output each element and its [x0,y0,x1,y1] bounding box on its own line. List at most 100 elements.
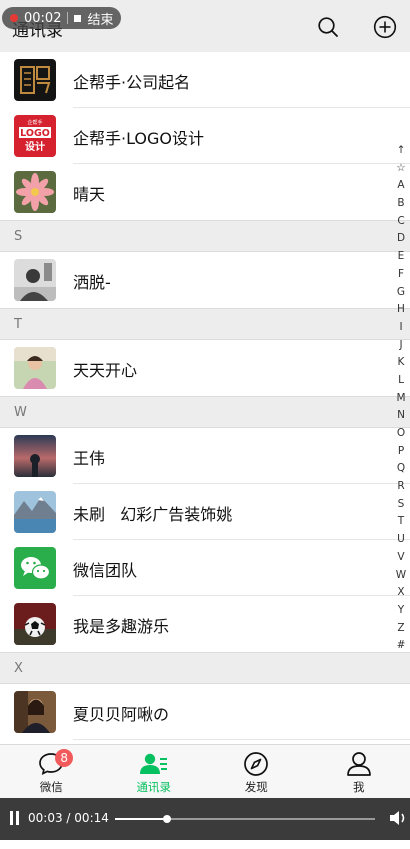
logo-line2: 设计 [25,140,45,153]
index-letter[interactable]: C [397,213,404,231]
section-header-s: S [0,220,410,252]
contact-row[interactable]: 企帮手·公司起名 [0,52,410,108]
contact-row[interactable]: 未刷 幻彩广告装饰姚 [0,484,410,540]
index-letter[interactable]: U [397,531,405,549]
index-letter[interactable]: Q [397,460,405,478]
time-separator: / [66,811,71,825]
person-icon [345,751,373,777]
index-letter[interactable]: B [397,195,404,213]
seek-progress [115,818,167,820]
contact-row[interactable]: 微信团队 [0,540,410,596]
seek-thumb[interactable] [163,815,171,823]
tab-discover[interactable]: 发现 [205,745,308,798]
plus-circle-icon [373,15,397,39]
avatar [14,259,56,301]
index-letter[interactable]: F [398,266,404,284]
contact-name: 我是多趣游乐 [73,617,170,636]
contact-name: 洒脱- [73,273,111,292]
recording-divider [67,12,69,24]
section-header-t: T [0,308,410,340]
index-letter[interactable]: O [397,425,405,443]
contact-name: 企帮手·公司起名 [73,73,191,92]
contact-name: 天天开心 [73,361,138,380]
avatar [14,603,56,645]
index-letter[interactable]: S [398,496,405,514]
index-letter[interactable]: T [398,513,404,531]
chat-bubble-icon: 8 [37,749,74,777]
contacts-icon [139,751,168,777]
contact-row[interactable]: 夏贝贝阿啾の [0,684,410,740]
stop-recording-label: 结束 [87,12,114,28]
logo-small-text: 企帮手 [27,119,42,126]
avatar: 企帮手 LOGO 设计 [14,115,56,157]
index-letter[interactable]: N [397,407,405,425]
index-letter[interactable]: # [397,637,406,655]
avatar [14,547,56,589]
avatar [14,491,56,533]
avatar [14,171,56,213]
index-letter[interactable]: K [398,354,405,372]
contact-row[interactable]: 晴天 [0,164,410,220]
speaker-icon [390,811,405,825]
section-header-w: W [0,396,410,428]
index-letter[interactable]: D [397,230,405,248]
contact-list[interactable]: 企帮手·公司起名 企帮手 LOGO 设计 企帮手·LOGO设计 晴天 S 洒脱-… [0,52,410,744]
playback-time: 00:03 / 00:14 [28,811,109,825]
index-letter[interactable]: V [397,549,404,567]
logo-line1: LOGO [20,128,50,139]
index-letter[interactable]: R [397,478,404,496]
recording-dot-icon [10,14,18,22]
pause-button[interactable] [9,811,21,825]
pause-icon [10,811,13,825]
section-header-x: X [0,652,410,684]
bottom-tab-bar: 8 微信 通讯录 发现 我 [0,744,410,798]
tab-label: 我 [353,780,365,794]
screen-recording-indicator[interactable]: 00:02 结束 [2,7,122,29]
search-button[interactable] [315,14,341,40]
index-letter[interactable]: X [397,584,404,602]
avatar [14,691,56,733]
index-letter[interactable]: I [399,319,402,337]
bottom-strip [0,840,410,849]
contact-name: 王伟 [73,449,106,468]
index-letter[interactable]: ↑ [397,142,406,160]
index-letter[interactable]: A [397,177,404,195]
contact-row[interactable]: 王伟 [0,428,410,484]
index-letter[interactable]: J [399,337,402,355]
contact-row[interactable]: 洒脱- [0,252,410,308]
contact-name: 未刷 幻彩广告装饰姚 [73,505,233,524]
video-controls: 00:03 / 00:14 [0,798,410,840]
index-letter[interactable]: M [396,390,405,408]
contact-row[interactable]: 企帮手 LOGO 设计 企帮手·LOGO设计 [0,108,410,164]
tab-label: 发现 [244,780,268,794]
tab-me[interactable]: 我 [308,745,410,798]
index-letter[interactable]: E [398,248,405,266]
volume-button[interactable] [388,809,408,827]
add-button[interactable] [372,14,398,40]
index-letter[interactable]: L [398,372,404,390]
contact-name: 微信团队 [73,561,138,580]
contact-row[interactable]: 天天开心 [0,340,410,396]
tab-label: 通讯录 [136,780,172,794]
index-letter[interactable]: P [398,443,404,461]
index-letter[interactable]: G [397,284,405,302]
compass-icon [242,751,270,777]
index-letter[interactable]: H [397,301,405,319]
avatar [14,59,56,101]
index-letter[interactable]: Y [398,602,404,620]
tab-contacts[interactable]: 通讯录 [103,745,206,798]
search-icon [318,17,338,37]
current-time: 00:03 [28,811,63,825]
recording-time: 00:02 [24,10,62,26]
top-bar: 通讯录 00:02 结束 [0,0,410,52]
tab-chats[interactable]: 8 微信 [0,745,103,798]
pause-icon-bar [16,811,19,825]
index-letter[interactable]: Z [397,620,404,638]
seek-bar[interactable] [115,815,375,823]
unread-badge: 8 [55,749,74,767]
index-letter[interactable]: ☆ [396,160,405,178]
alphabet-index[interactable]: ↑ ☆ A B C D E F G H I J K L M N O P Q R S T U V W X Y Z # [394,142,408,655]
index-letter[interactable]: W [396,567,406,585]
contact-row[interactable]: 我是多趣游乐 [0,596,410,652]
avatar [14,347,56,389]
